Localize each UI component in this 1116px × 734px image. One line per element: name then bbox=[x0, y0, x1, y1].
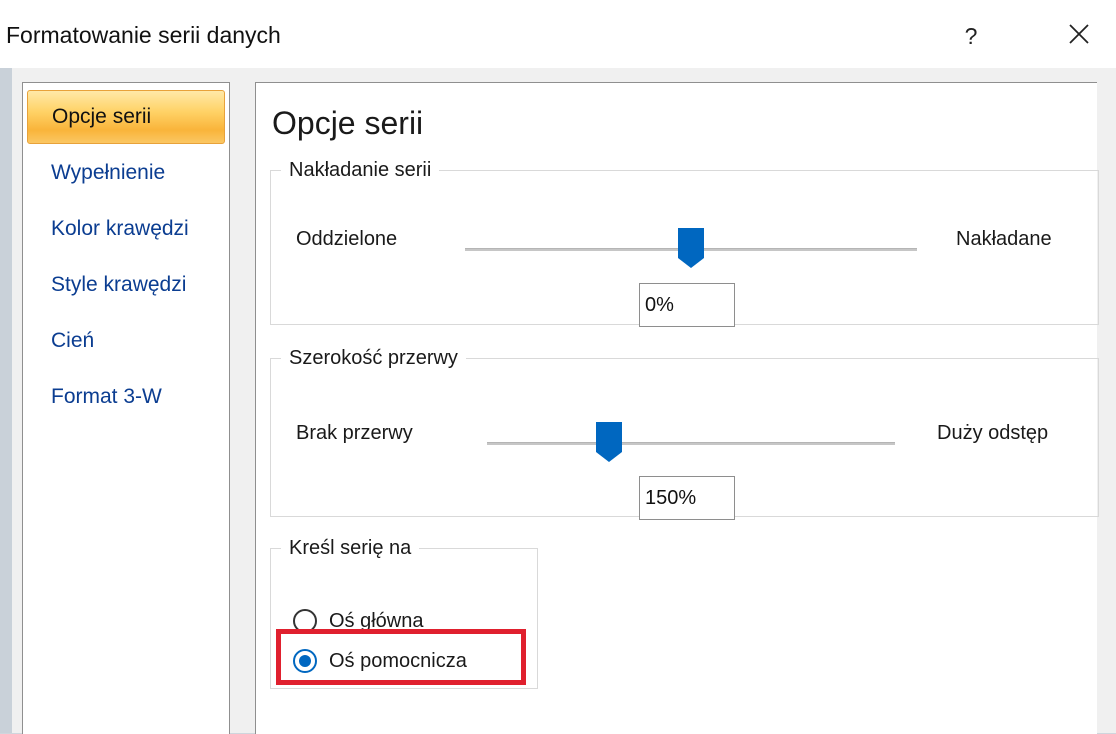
overlap-right-label: Nakładane bbox=[956, 228, 1052, 250]
nav-item-series-options[interactable]: Opcje serii bbox=[27, 90, 225, 144]
nav-item-label: Kolor krawędzi bbox=[51, 217, 189, 240]
nav-item-shadow[interactable]: Cień bbox=[27, 314, 225, 368]
nav-item-label: Format 3-W bbox=[51, 385, 162, 408]
highlight-box bbox=[276, 629, 526, 685]
gap-width-legend: Szerokość przerwy bbox=[289, 347, 458, 369]
nav-item-fill[interactable]: Wypełnienie bbox=[27, 146, 225, 200]
dialog-title: Formatowanie serii danych bbox=[6, 22, 281, 48]
nav-item-border-styles[interactable]: Style krawędzi bbox=[27, 258, 225, 312]
nav-item-3d-format[interactable]: Format 3-W bbox=[27, 370, 225, 424]
nav-item-border-color[interactable]: Kolor krawędzi bbox=[27, 202, 225, 256]
close-button[interactable] bbox=[1054, 14, 1104, 58]
overlap-slider-thumb[interactable] bbox=[678, 228, 704, 268]
close-icon bbox=[1068, 23, 1090, 50]
format-data-series-dialog: Formatowanie serii danych ? Opcje serii … bbox=[0, 0, 1116, 734]
options-panel: Opcje serii Nakładanie serii Oddzielone … bbox=[255, 82, 1099, 734]
window-edge-right bbox=[1096, 68, 1116, 733]
nav-item-label: Style krawędzi bbox=[51, 273, 187, 296]
gap-width-group: Szerokość przerwy Brak przerwy Duży odst… bbox=[270, 347, 1099, 520]
series-overlap-group: Nakładanie serii Oddzielone Nakładane bbox=[270, 159, 1099, 327]
overlap-left-label: Oddzielone bbox=[296, 228, 398, 250]
nav-item-label: Wypełnienie bbox=[51, 161, 166, 184]
plot-series-on-legend: Kreśl serię na bbox=[289, 537, 412, 559]
panel-title: Opcje serii bbox=[272, 105, 424, 141]
title-bar: Formatowanie serii danych ? bbox=[0, 0, 1116, 68]
gap-right-label: Duży odstęp bbox=[937, 422, 1049, 444]
gap-left-label: Brak przerwy bbox=[296, 422, 413, 444]
category-nav: Opcje serii Wypełnienie Kolor krawędzi S… bbox=[22, 82, 230, 734]
series-overlap-legend: Nakładanie serii bbox=[289, 159, 432, 181]
help-button[interactable]: ? bbox=[948, 14, 994, 58]
window-edge bbox=[0, 68, 12, 733]
nav-item-label: Cień bbox=[51, 329, 95, 352]
gap-slider-track[interactable] bbox=[487, 442, 895, 445]
gap-slider-thumb[interactable] bbox=[596, 422, 623, 462]
overlap-value-input[interactable] bbox=[639, 283, 735, 327]
nav-item-label: Opcje serii bbox=[52, 105, 152, 128]
gap-value-input[interactable] bbox=[639, 476, 735, 520]
